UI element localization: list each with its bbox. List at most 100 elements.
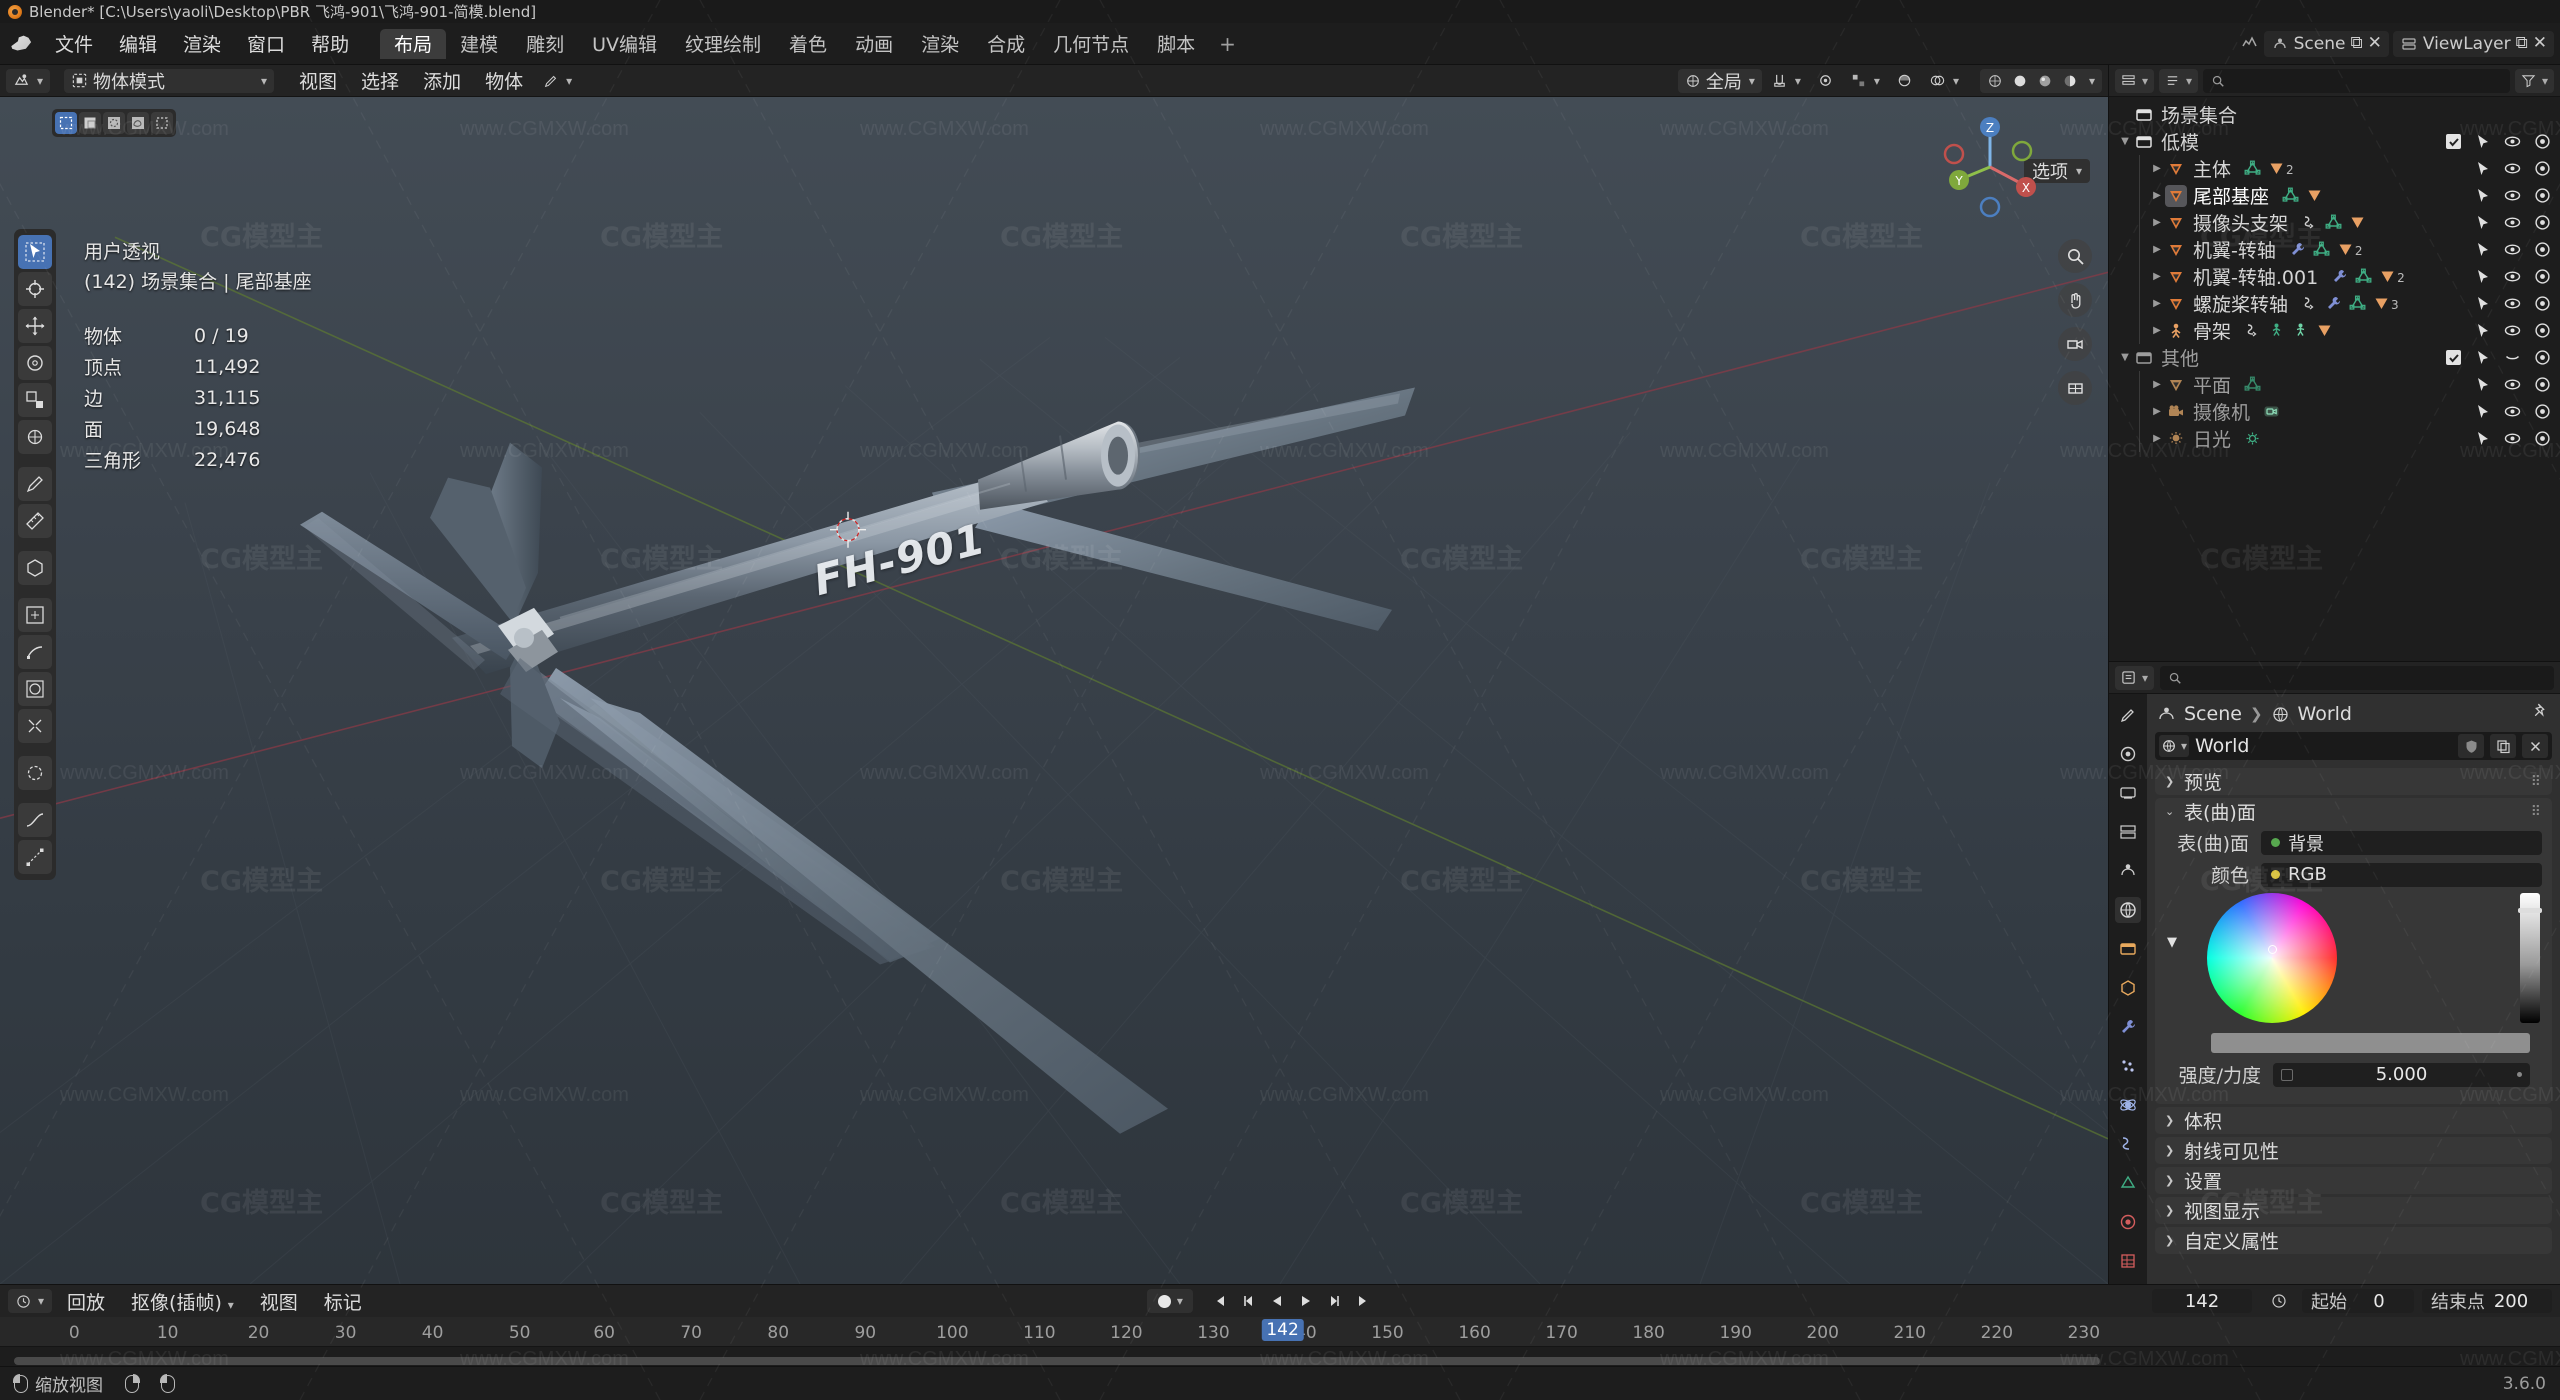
panel-drag-dots-icon[interactable]: ⠿ — [2531, 774, 2542, 790]
snap-toggle[interactable]: ▾ — [1764, 69, 1808, 93]
tab-modeling[interactable]: 建模 — [446, 29, 512, 59]
timeline-menu-playback[interactable]: 回放 — [56, 1288, 116, 1315]
circle-select-icon[interactable] — [103, 112, 125, 134]
tool-transform-icon[interactable] — [18, 420, 52, 454]
tab-layout[interactable]: 布局 — [380, 28, 447, 59]
prev-keyframe-button[interactable] — [1235, 1289, 1261, 1313]
panel-ray-visibility[interactable]: ❯ 射线可见性 — [2155, 1137, 2552, 1164]
outliner-row-object-tail-base[interactable]: ▶ 尾部基座 — [2109, 182, 2560, 209]
disclosure-triangle-icon[interactable]: ▶ — [2149, 217, 2165, 228]
viewport-canvas[interactable]: 用户透视 (142) 场景集合 | 尾部基座 物体 0 / 19 顶点 11,492… — [0, 97, 2108, 1284]
eye-visibility-icon[interactable] — [2504, 430, 2521, 447]
camera-render-icon[interactable] — [2534, 133, 2551, 150]
panel-surface-header[interactable]: ⌄ 表(曲)面 ⠿ — [2155, 798, 2552, 825]
outliner-row-collection-lowpoly[interactable]: ▼ 低模 — [2109, 128, 2560, 155]
cursor-select-icon[interactable] — [2474, 322, 2491, 339]
outliner-row-scene-collection[interactable]: 场景集合 — [2109, 101, 2560, 128]
timeline-playhead[interactable]: 142 — [1261, 1319, 1304, 1341]
disclosure-triangle-icon[interactable]: ▶ — [2149, 244, 2165, 255]
tool-add-cube-icon[interactable] — [18, 551, 52, 585]
viewlayer-selector[interactable]: ViewLayer ⧉ ✕ — [2392, 30, 2554, 57]
mesh-data-icon[interactable] — [2313, 241, 2330, 258]
select-extras-icon[interactable] — [151, 112, 173, 134]
fake-user-shield-icon[interactable] — [2458, 734, 2484, 758]
color-hex-bar[interactable] — [2211, 1033, 2530, 1053]
surface-shader-field[interactable]: 背景 — [2261, 830, 2542, 855]
material-icon[interactable]: 2 — [2337, 241, 2363, 258]
mesh-data-icon[interactable] — [2244, 160, 2261, 177]
world-name-field[interactable]: World — [2195, 735, 2452, 757]
tool-annotate-icon[interactable] — [18, 467, 52, 501]
tab-texture-paint[interactable]: 纹理绘制 — [671, 29, 775, 59]
collection-checkbox[interactable] — [2446, 350, 2461, 365]
transform-orientation-selector[interactable]: 全局 ▾ — [1677, 68, 1762, 93]
material-icon[interactable]: 2 — [2268, 160, 2294, 177]
eye-visibility-icon[interactable] — [2504, 403, 2521, 420]
viewport-menu-object[interactable]: 物体 — [474, 69, 534, 93]
camera-render-icon[interactable] — [2534, 241, 2551, 258]
tool-cursor-icon[interactable] — [18, 272, 52, 306]
camera-render-icon[interactable] — [2534, 322, 2551, 339]
tab-world-icon[interactable] — [2115, 897, 2141, 923]
tool-curve-icon[interactable] — [18, 803, 52, 837]
cursor-select-icon[interactable] — [2474, 430, 2491, 447]
tab-sculpting[interactable]: 雕刻 — [512, 29, 578, 59]
modifier-wrench-icon[interactable] — [2331, 268, 2348, 285]
panel-preview-header[interactable]: ❯ 预览 ⠿ — [2155, 768, 2552, 795]
eye-visibility-icon[interactable] — [2504, 376, 2521, 393]
tab-animation[interactable]: 动画 — [841, 29, 907, 59]
cursor-select-icon[interactable] — [2474, 268, 2491, 285]
viewport-menu-select[interactable]: 选择 — [350, 69, 410, 93]
timeline-menu-keying[interactable]: 抠像(插帧) ▾ — [120, 1288, 245, 1315]
constraint-arrow-icon[interactable] — [2301, 295, 2318, 312]
tweak-select-icon[interactable] — [55, 112, 77, 134]
mesh-data-icon[interactable] — [2244, 376, 2261, 393]
cursor-select-icon[interactable] — [2474, 241, 2491, 258]
tab-tool-icon[interactable] — [2115, 702, 2141, 728]
disclosure-triangle-icon[interactable]: ▶ — [2149, 379, 2165, 390]
tab-modifiers-icon[interactable] — [2115, 1014, 2141, 1040]
tab-object-icon[interactable] — [2115, 975, 2141, 1001]
modifier-wrench-icon[interactable] — [2325, 295, 2342, 312]
tool-measure-icon[interactable] — [18, 504, 52, 538]
panel-preview[interactable]: ❯ 预览 ⠿ — [2155, 768, 2552, 795]
tab-uv-editing[interactable]: UV编辑 — [578, 29, 671, 59]
cursor-select-icon[interactable] — [2474, 295, 2491, 312]
cursor-select-icon[interactable] — [2474, 403, 2491, 420]
jump-to-start-button[interactable] — [1206, 1289, 1232, 1313]
auto-keying-toggle[interactable]: ▾ — [1147, 1289, 1194, 1313]
panel-volume[interactable]: ❯ 体积 — [2155, 1107, 2552, 1134]
timeline-menu-marker[interactable]: 标记 — [313, 1288, 373, 1315]
editor-type-selector[interactable]: ▾ — [6, 68, 51, 93]
material-icon[interactable] — [2316, 322, 2333, 339]
tool-select-box-icon[interactable] — [18, 598, 52, 632]
zoom-view-icon[interactable] — [2058, 239, 2092, 273]
menu-edit[interactable]: 编辑 — [106, 23, 170, 64]
outliner-tree[interactable]: 场景集合 ▼ 低模 ▶ 主体 2 ▶ 尾部基座 ▶ 摄像头支架 ▶ 机翼-转轴 … — [2109, 97, 2560, 661]
material-icon[interactable]: 3 — [2373, 295, 2399, 312]
outliner-row-object-wing-axis[interactable]: ▶ 机翼-转轴 2 — [2109, 236, 2560, 263]
strength-keyframe-icon[interactable] — [2281, 1068, 2293, 1081]
disclosure-triangle-icon[interactable]: ▼ — [2117, 136, 2133, 147]
tool-spin-icon[interactable] — [18, 756, 52, 790]
tab-shading[interactable]: 着色 — [775, 29, 841, 59]
tab-compositing[interactable]: 合成 — [973, 29, 1039, 59]
color-value-slider[interactable] — [2518, 893, 2542, 1023]
tool-tweak-icon[interactable] — [18, 235, 52, 269]
panel-settings[interactable]: ❯ 设置 — [2155, 1167, 2552, 1194]
remove-viewlayer-icon[interactable]: ✕ — [2533, 35, 2547, 52]
disclosure-triangle-icon[interactable]: ▶ — [2149, 406, 2165, 417]
menu-window[interactable]: 窗口 — [234, 23, 298, 64]
camera-render-icon[interactable] — [2534, 268, 2551, 285]
camera-data-icon[interactable] — [2263, 403, 2280, 420]
disclosure-triangle-icon[interactable]: ▶ — [2149, 190, 2165, 201]
outliner-row-object-plane[interactable]: ▶ 平面 — [2109, 371, 2560, 398]
xray-toggle[interactable] — [1889, 69, 1920, 93]
tool-rotate-icon[interactable] — [18, 346, 52, 380]
outliner-row-object-propeller-axis[interactable]: ▶ 螺旋桨转轴 3 — [2109, 290, 2560, 317]
viewport-menu-view[interactable]: 视图 — [288, 69, 348, 93]
unlink-world-icon[interactable] — [2522, 734, 2548, 758]
proportional-editing-toggle[interactable] — [1810, 69, 1841, 93]
object-mode-extra-icon[interactable]: ▾ — [536, 69, 579, 93]
new-viewlayer-icon[interactable]: ⧉ — [2516, 35, 2528, 52]
